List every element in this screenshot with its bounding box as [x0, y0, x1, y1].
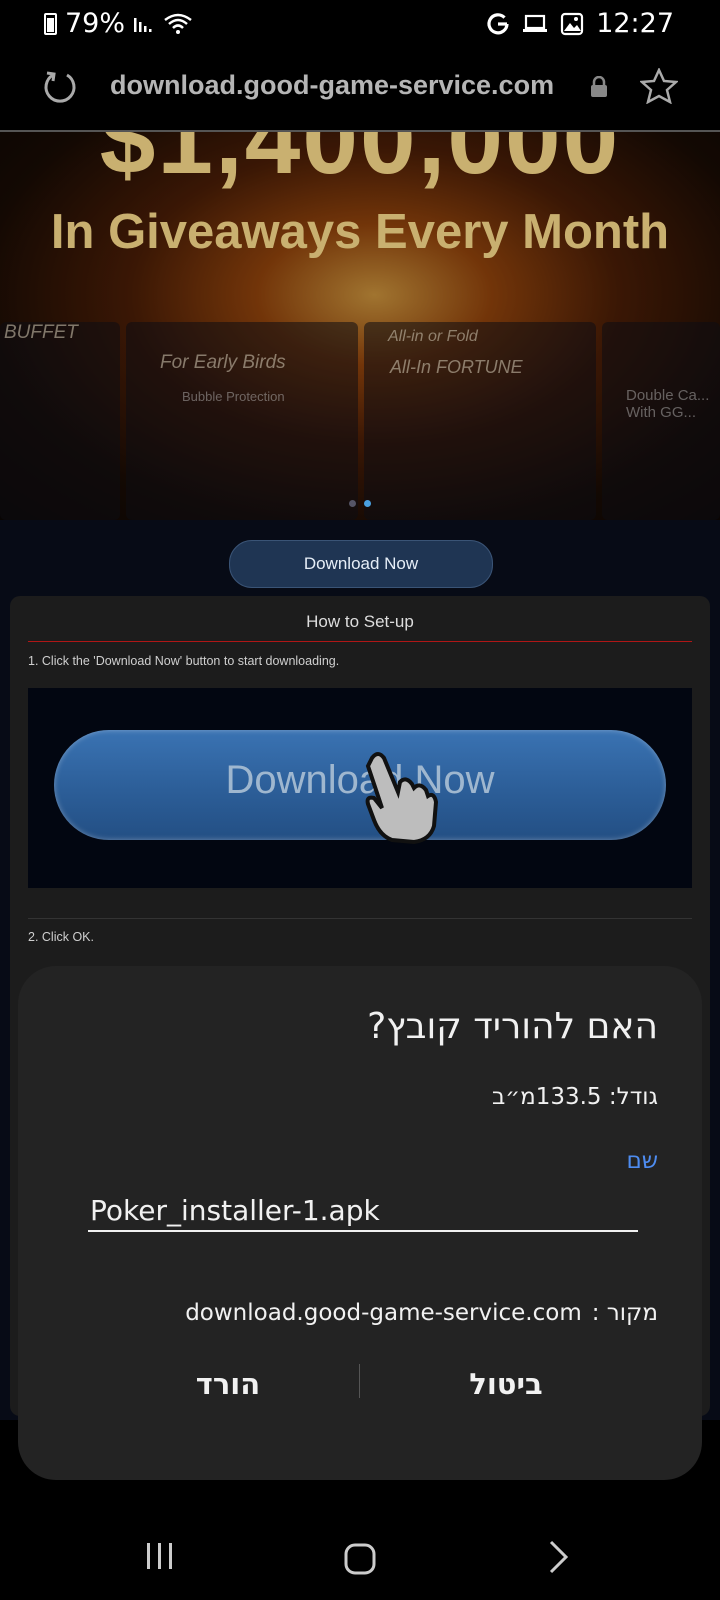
- source-label: מקור :: [591, 1300, 658, 1326]
- card-label: Bubble Protection: [182, 389, 285, 404]
- recents-icon[interactable]: [146, 1542, 174, 1570]
- promo-banner[interactable]: $1,400,000 In Giveaways Every Month BUFF…: [0, 132, 720, 520]
- wifi-icon: [164, 13, 192, 34]
- title-underline: [28, 641, 692, 642]
- pointing-hand-icon: [365, 752, 438, 844]
- card-label: BUFFET: [4, 322, 78, 343]
- battery-icon: [44, 12, 57, 35]
- file-size: גודל: 133.5מ״ב: [491, 1084, 658, 1110]
- dialog-title: האם להוריד קובץ?: [367, 1006, 658, 1047]
- carousel-dot[interactable]: [349, 500, 356, 507]
- filename-label: שם: [626, 1148, 658, 1174]
- source-row: מקור : download.good-game-service.com: [185, 1300, 658, 1326]
- download-now-button[interactable]: Download Now: [229, 540, 493, 588]
- status-left: 79%: [44, 8, 193, 39]
- url-text[interactable]: download.good-game-service.com: [110, 70, 554, 101]
- clock: 12:27: [596, 8, 674, 39]
- battery-percent: 79%: [65, 8, 126, 39]
- carousel-dots[interactable]: [349, 500, 371, 507]
- cancel-button[interactable]: ביטול: [386, 1354, 626, 1414]
- carousel-dot-active[interactable]: [364, 500, 371, 507]
- lock-icon[interactable]: [590, 76, 608, 98]
- card-label: All-In FORTUNE: [390, 357, 523, 377]
- banner-headline: In Giveaways Every Month: [50, 205, 670, 259]
- card-label: For Early Birds: [160, 352, 286, 373]
- status-bar: 79% 12:27: [0, 0, 720, 48]
- setup-step-2: 2. Click OK.: [28, 930, 94, 944]
- reload-icon[interactable]: [42, 68, 78, 104]
- download-button[interactable]: הורד: [108, 1354, 348, 1414]
- banner-amount: $1,400,000: [99, 132, 621, 195]
- filename-input[interactable]: [88, 1190, 638, 1232]
- image-icon: [561, 12, 584, 35]
- source-value: download.good-game-service.com: [185, 1300, 582, 1326]
- home-icon[interactable]: [344, 1543, 376, 1575]
- signal-icon: [134, 17, 152, 32]
- setup-demo-image: Download Now: [28, 688, 692, 888]
- download-dialog: האם להוריד קובץ? גודל: 133.5מ״ב שם מקור …: [18, 966, 702, 1480]
- card-label: All-in or Fold: [388, 328, 478, 345]
- step-separator: [28, 918, 692, 919]
- status-right: 12:27: [486, 8, 674, 39]
- google-icon: [487, 12, 509, 34]
- setup-title: How to Set-up: [306, 612, 414, 631]
- back-chevron-icon[interactable]: [548, 1540, 570, 1574]
- laptop-icon: [523, 14, 548, 32]
- setup-step-1: 1. Click the 'Download Now' button to st…: [28, 654, 340, 668]
- browser-url-bar: download.good-game-service.com: [0, 48, 720, 132]
- bookmark-star-icon[interactable]: [640, 68, 678, 104]
- card-label: Double Ca... With GG...: [626, 387, 710, 421]
- button-divider: [359, 1364, 360, 1398]
